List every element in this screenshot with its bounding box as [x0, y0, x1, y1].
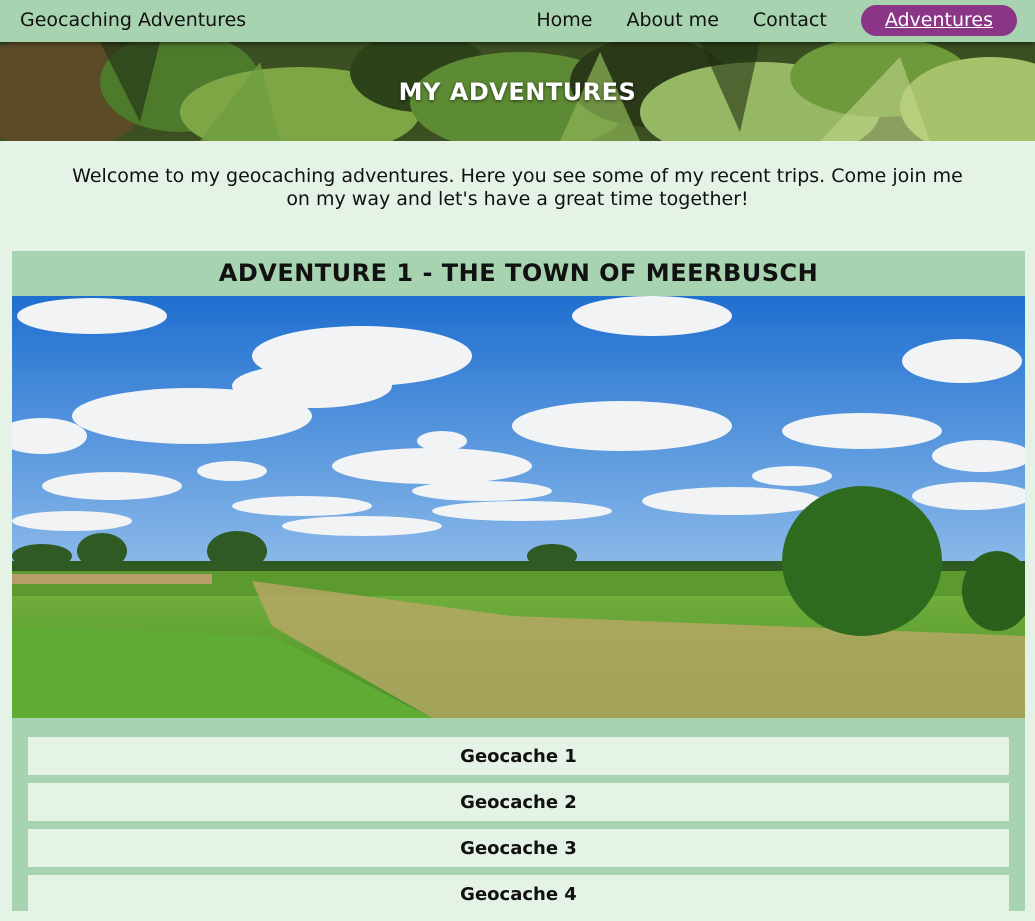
nav-link-home[interactable]: Home	[536, 9, 592, 31]
adventure-card: ADVENTURE 1 - THE TOWN OF MEERBUSCH Geoc…	[12, 251, 1025, 913]
nav-link-contact[interactable]: Contact	[753, 9, 827, 31]
geocache-list: Geocache 1 Geocache 2 Geocache 3 Geocach…	[28, 737, 1009, 921]
brand-title[interactable]: Geocaching Adventures	[20, 9, 246, 31]
nav-links: Home About me Contact Adventures	[502, 4, 1017, 36]
meerbusch-landscape-image	[12, 296, 1025, 718]
geocache-item-1[interactable]: Geocache 1	[28, 737, 1009, 775]
hero-banner: MY ADVENTURES	[0, 42, 1035, 141]
geocache-item-2[interactable]: Geocache 2	[28, 783, 1009, 821]
intro-text: Welcome to my geocaching adventures. Her…	[72, 165, 963, 210]
adventure-title: ADVENTURE 1 - THE TOWN OF MEERBUSCH	[218, 259, 819, 287]
navbar: Geocaching Adventures Home About me Cont…	[0, 0, 1035, 42]
nav-link-about[interactable]: About me	[626, 9, 718, 31]
nav-link-adventures[interactable]: Adventures	[860, 4, 1017, 36]
geocache-item-3[interactable]: Geocache 3	[28, 829, 1009, 867]
geocache-item-4[interactable]: Geocache 4	[28, 875, 1009, 913]
hero-title: MY ADVENTURES	[398, 78, 637, 106]
